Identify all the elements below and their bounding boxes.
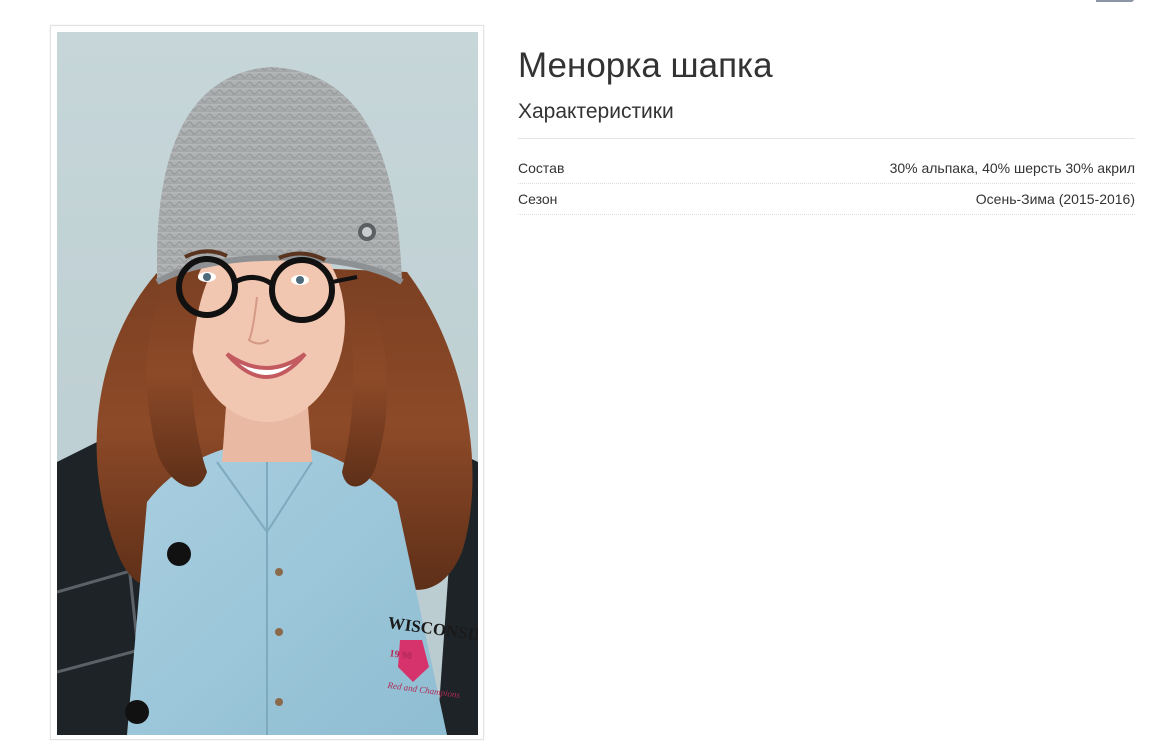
specs-table: Состав 30% альпака, 40% шерсть 30% акрил… [518, 153, 1135, 215]
spec-label: Сезон [518, 191, 558, 207]
spec-value: 30% альпака, 40% шерсть 30% акрил [889, 160, 1135, 176]
spec-row-composition: Состав 30% альпака, 40% шерсть 30% акрил [518, 153, 1135, 184]
product-title: Менорка шапка [518, 46, 773, 85]
spec-row-season: Сезон Осень-Зима (2015-2016) [518, 184, 1135, 215]
product-photo-illustration: WISCONSIN 19 90 Red and Champions [57, 32, 478, 735]
product-page: WISCONSIN 19 90 Red and Champions Менорк… [0, 0, 1154, 744]
product-image-frame[interactable]: WISCONSIN 19 90 Red and Champions [50, 25, 484, 740]
search-bar [796, 0, 1134, 2]
characteristics-heading: Характеристики [518, 98, 1135, 139]
spec-label: Состав [518, 160, 565, 176]
spec-value: Осень-Зима (2015-2016) [975, 191, 1135, 207]
product-info: Менорка шапка Характеристики Состав 30% … [518, 44, 1135, 215]
search-button[interactable] [1096, 0, 1134, 2]
product-image[interactable]: WISCONSIN 19 90 Red and Champions [57, 32, 478, 735]
